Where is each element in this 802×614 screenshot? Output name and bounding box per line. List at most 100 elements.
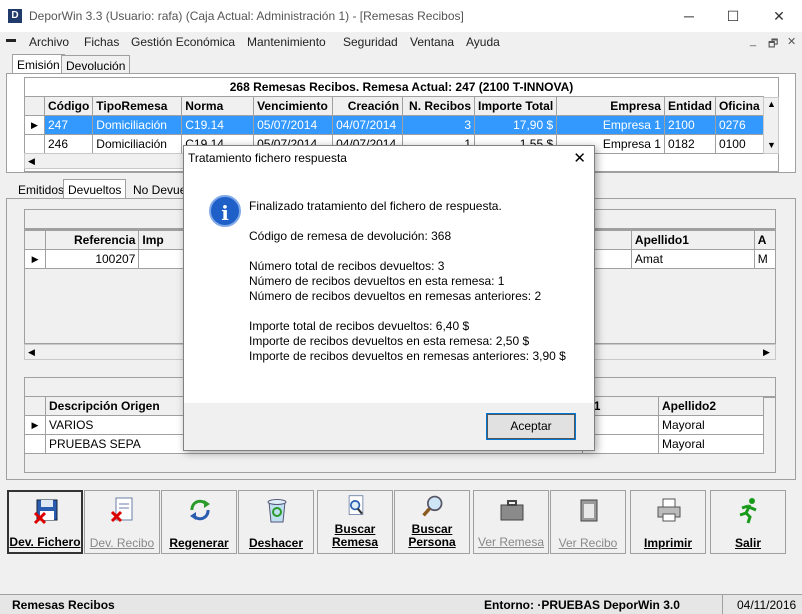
menu-archivo[interactable]: Archivo — [29, 35, 69, 49]
scroll-right-icon[interactable]: ▶ — [763, 347, 770, 358]
col-tiporemesa[interactable]: TipoRemesa — [92, 96, 183, 116]
scroll-left-icon[interactable]: ◀ — [28, 156, 35, 167]
regenerar-label: Regenerar — [169, 536, 229, 550]
buscar-persona-button[interactable]: Buscar Persona — [394, 490, 470, 554]
status-module: Remesas Recibos — [12, 598, 115, 612]
cell-apellido1: Amat — [630, 249, 755, 269]
col-empresa[interactable]: Empresa — [556, 96, 665, 116]
ver-recibo-button[interactable]: Ver Recibo — [550, 490, 626, 554]
col-vencimiento[interactable]: Vencimiento — [253, 96, 334, 116]
menu-mantenimiento[interactable]: Mantenimiento — [247, 35, 326, 49]
tab-emision[interactable]: Emisión — [12, 54, 65, 74]
col-nrecibos[interactable]: N. Recibos — [402, 96, 476, 116]
menu-gestion-economica[interactable]: Gestión Económica — [131, 35, 235, 49]
col-creacion[interactable]: Creación — [332, 96, 404, 116]
row-indicator — [24, 134, 45, 154]
mdi-close-button[interactable]: ✕ — [787, 35, 796, 48]
mdi-minimize-button[interactable]: _ — [750, 35, 756, 47]
message-line: Número de recibos devueltos en remesas a… — [249, 289, 542, 303]
col-oficina[interactable]: Oficina — [714, 96, 765, 116]
col-codigo[interactable]: Código — [43, 96, 94, 116]
message-line: Finalizado tratamiento del fichero de re… — [249, 199, 502, 213]
minimize-button[interactable]: ─ — [674, 5, 704, 27]
row-indicator-header — [24, 396, 46, 416]
cell-tiporemesa: Domiciliación — [92, 134, 183, 154]
row-selected-icon: ▶ — [24, 115, 45, 135]
cell-oficina: 0276 — [714, 115, 765, 135]
cell-empresa: Empresa 1 — [556, 115, 665, 135]
printer-icon — [657, 498, 681, 522]
tab-emitidos[interactable]: Emitidos — [18, 183, 64, 197]
message-line: Importe total de recibos devueltos: 6,40… — [249, 319, 470, 333]
salir-button[interactable]: Salir — [710, 490, 786, 554]
dialog-close-button[interactable]: ✕ — [573, 149, 586, 167]
col-importe-total[interactable]: Importe Total — [474, 96, 558, 116]
maximize-button[interactable]: ☐ — [718, 5, 748, 27]
col-entidad[interactable]: Entidad — [663, 96, 716, 116]
magnifier-icon — [422, 495, 443, 517]
cell-vencimiento: 05/07/2014 — [253, 115, 334, 135]
recycle-arrows-icon — [190, 499, 210, 521]
cell-codigo: 246 — [43, 134, 94, 154]
mdi-system-icon[interactable]: ▬ — [6, 34, 16, 45]
status-bar: Remesas Recibos Entorno: ·PRUEBAS DeporW… — [0, 594, 802, 614]
row-indicator — [24, 434, 46, 454]
dev-recibo-label: Dev. Recibo — [89, 536, 155, 550]
tab-no-devueltos[interactable]: No Devue — [133, 183, 186, 197]
dev-fichero-button[interactable]: Dev. Fichero — [7, 490, 83, 554]
title-bar: D DeporWin 3.3 (Usuario: rafa) (Caja Act… — [0, 0, 802, 32]
tab-devolucion[interactable]: Devolución — [61, 55, 131, 74]
table-row[interactable]: ▶ 247 Domiciliación C19.14 05/07/2014 04… — [24, 115, 765, 135]
col-apellido1[interactable]: Apellido1 — [630, 230, 755, 250]
menu-ayuda[interactable]: Ayuda — [466, 35, 500, 49]
dialog-title-bar: Tratamiento fichero respuesta ✕ — [184, 146, 594, 170]
menu-seguridad[interactable]: Seguridad — [343, 35, 398, 49]
cell-oficina: 0100 — [714, 134, 765, 154]
buscar-remesa-button[interactable]: Buscar Remesa — [317, 490, 393, 554]
app-window: D DeporWin 3.3 (Usuario: rafa) (Caja Act… — [0, 0, 802, 614]
menu-bar: ▬ Archivo Fichas Gestión Económica Mante… — [0, 32, 802, 52]
cell-apellido2: Mayoral — [658, 434, 764, 454]
cell-entidad: 0182 — [663, 134, 716, 154]
remesas-grid-caption: 268 Remesas Recibos. Remesa Actual: 247 … — [229, 80, 574, 94]
buscar-persona-label: Buscar Persona — [408, 522, 456, 549]
message-line: Código de remesa de devolución: 368 — [249, 229, 452, 243]
menu-fichas[interactable]: Fichas — [84, 35, 119, 49]
col-apellido2[interactable]: A — [753, 230, 777, 250]
scroll-up-icon[interactable]: ▲ — [767, 99, 776, 109]
status-environment: Entorno: ·PRUEBAS DeporWin 3.0 — [484, 598, 680, 612]
ver-remesa-label: Ver Remesa — [477, 535, 545, 549]
cell-creacion: 04/07/2014 — [332, 115, 404, 135]
window-title: DeporWin 3.3 (Usuario: rafa) (Caja Actua… — [29, 9, 464, 23]
running-man-icon — [739, 498, 757, 524]
remesas-vscrollbar[interactable]: ▲ ▼ — [763, 97, 779, 154]
dev-recibo-button[interactable]: Dev. Recibo — [84, 490, 160, 554]
imprimir-button[interactable]: Imprimir — [630, 490, 706, 554]
tab-devueltos[interactable]: Devueltos — [63, 179, 127, 199]
mdi-restore-button[interactable]: 🗗 — [768, 35, 778, 54]
col-norma[interactable]: Norma — [181, 96, 255, 116]
cell-apellido2: Mayoral — [658, 415, 764, 435]
remesas-hscrollbar[interactable]: ◀ — [24, 153, 184, 169]
floppy-x-icon — [33, 499, 58, 525]
dialog-body: i Finalizado tratamiento del fichero de … — [184, 170, 594, 403]
scroll-down-icon[interactable]: ▼ — [767, 140, 776, 150]
message-line: Importe de recibos devueltos en remesas … — [249, 349, 566, 363]
col-apellido2[interactable]: Apellido2 — [658, 396, 764, 416]
deshacer-button[interactable]: Deshacer — [238, 490, 314, 554]
dialog-title: Tratamiento fichero respuesta — [188, 151, 347, 165]
ver-remesa-button[interactable]: Ver Remesa — [473, 490, 549, 554]
scroll-left-icon[interactable]: ◀ — [28, 347, 35, 358]
cell-norma: C19.14 — [181, 115, 255, 135]
remesas-header-row: Código TipoRemesa Norma Vencimiento Crea… — [24, 96, 765, 116]
cell-referencia: 100207 — [45, 249, 140, 269]
message-line: Importe de recibos devueltos en esta rem… — [249, 334, 530, 348]
close-button[interactable]: ✕ — [764, 5, 794, 27]
col-referencia[interactable]: Referencia — [45, 230, 140, 250]
message-line: Número de recibos devueltos en esta reme… — [249, 274, 505, 288]
menu-ventana[interactable]: Ventana — [410, 35, 454, 49]
row-selected-icon: ▶ — [23, 249, 47, 269]
dev-fichero-label: Dev. Fichero — [9, 535, 81, 549]
aceptar-button[interactable]: Aceptar — [486, 413, 576, 440]
regenerar-button[interactable]: Regenerar — [161, 490, 237, 554]
